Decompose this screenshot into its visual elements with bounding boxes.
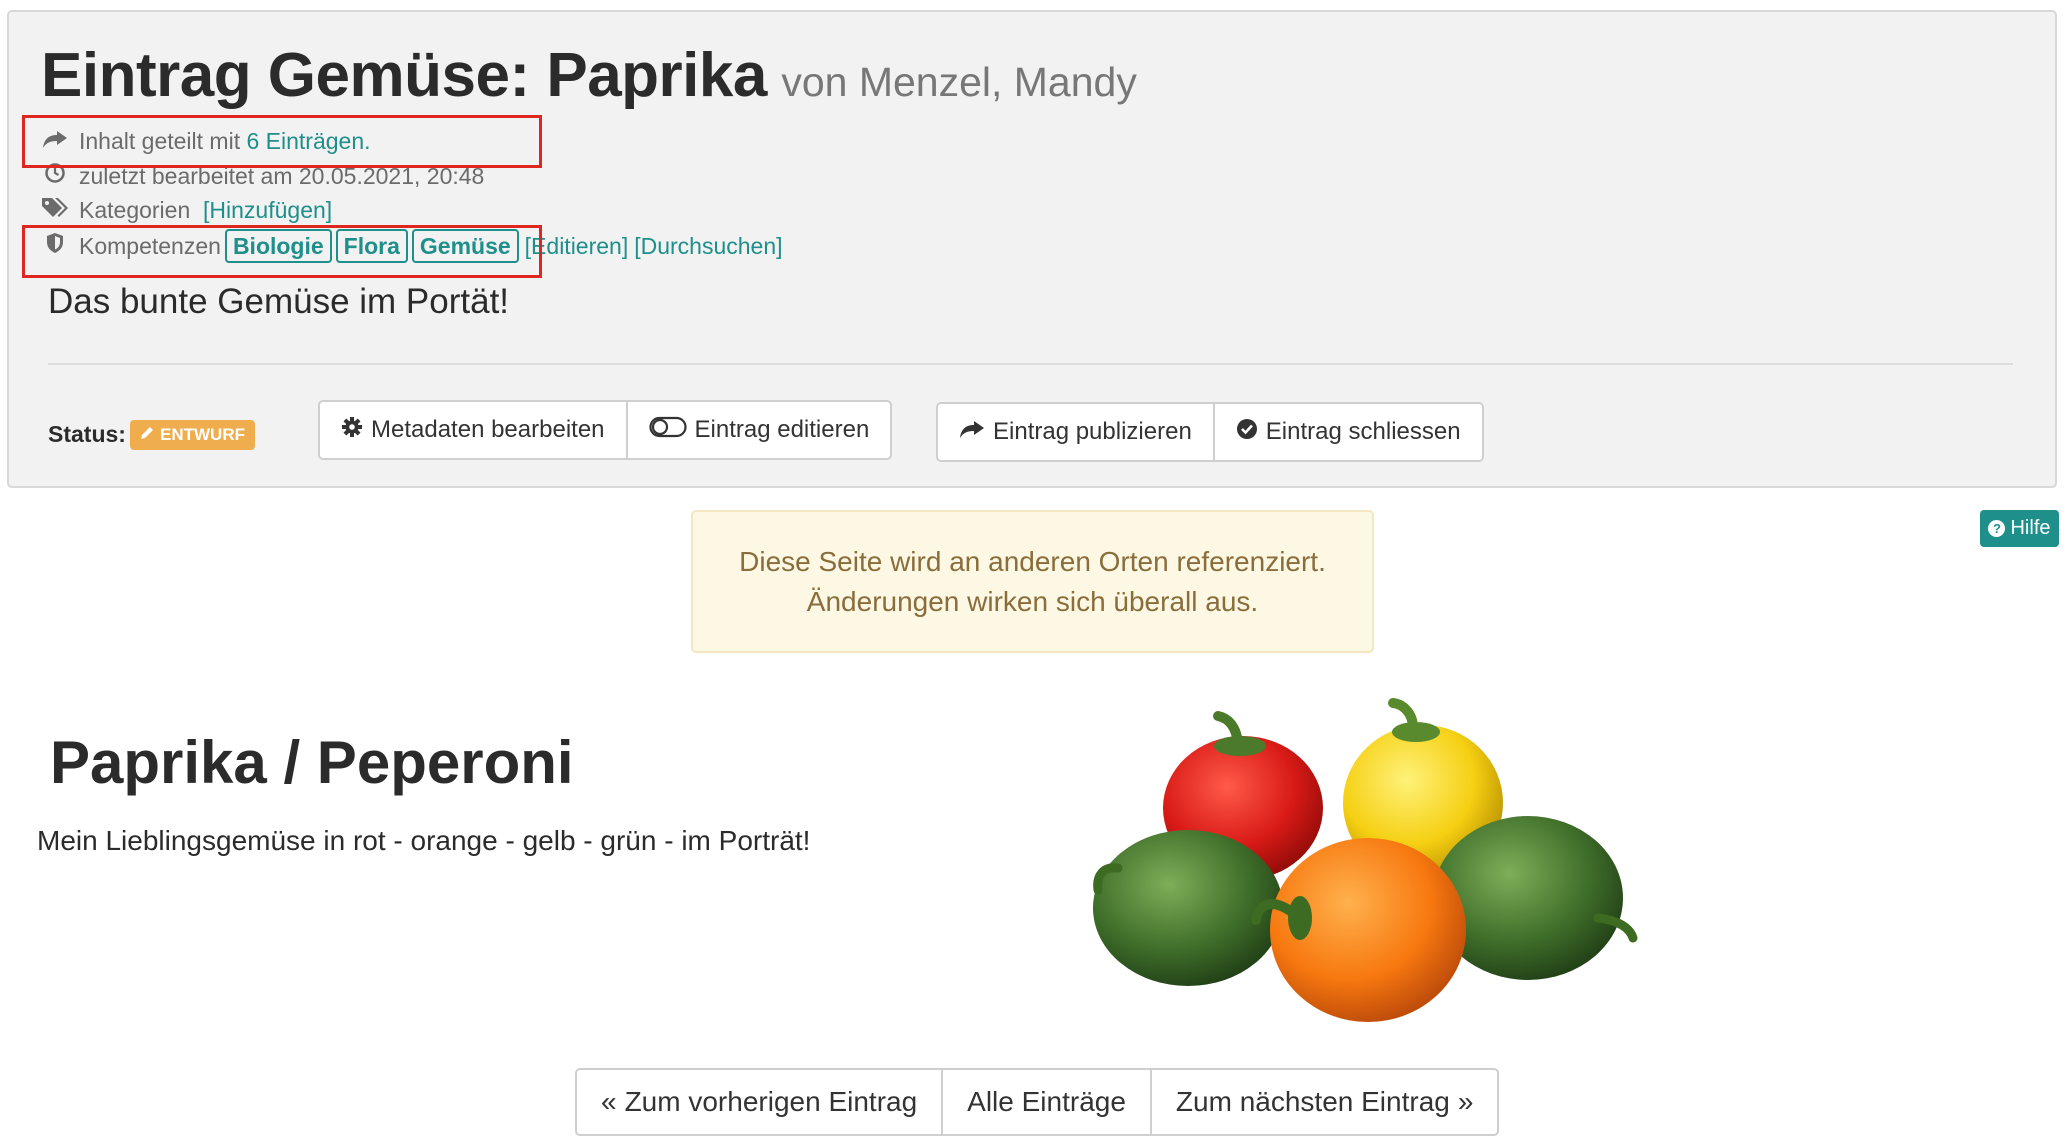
edit-entry-label: Eintrag editieren	[694, 416, 870, 443]
double-chevron-left-icon: «	[601, 1086, 617, 1117]
gear-icon	[341, 416, 363, 445]
highlight-competencies	[22, 225, 542, 278]
previous-entry-label: Zum vorherigen Eintrag	[624, 1086, 918, 1117]
edit-button-group: Metadaten bearbeiten Eintrag editieren	[318, 400, 893, 460]
pencil-icon	[140, 425, 154, 445]
entry-description: Das bunte Gemüse im Portät!	[48, 282, 510, 321]
content-title: Paprika / Peperoni	[50, 729, 574, 796]
green-pepper-left	[1093, 830, 1283, 986]
page-title: Eintrag Gemüse: Paprika von Menzel, Mand…	[41, 40, 1137, 111]
check-circle-icon	[1236, 418, 1258, 447]
tags-icon	[41, 196, 69, 224]
categories-row: Kategorien [Hinzufügen]	[41, 196, 332, 224]
status-badge: ENTWURF	[130, 420, 255, 450]
add-category-link[interactable]: [Hinzufügen]	[203, 197, 332, 224]
entry-author: von Menzel, Mandy	[781, 59, 1137, 105]
publish-button-group: Eintrag publizieren Eintrag schliessen	[936, 402, 1484, 462]
toggle-icon	[648, 416, 687, 445]
entry-title: Eintrag Gemüse: Paprika	[41, 41, 767, 110]
publish-entry-button[interactable]: Eintrag publizieren	[936, 402, 1215, 462]
next-entry-label: Zum nächsten Eintrag	[1175, 1086, 1450, 1117]
close-entry-button[interactable]: Eintrag schliessen	[1214, 402, 1484, 462]
highlight-shared-info	[22, 115, 542, 168]
help-label: Hilfe	[2010, 517, 2051, 539]
all-entries-button[interactable]: Alle Einträge	[943, 1068, 1152, 1136]
help-button[interactable]: ? Hilfe	[1980, 510, 2059, 547]
status-label: Status:	[48, 421, 126, 447]
all-entries-label: Alle Einträge	[967, 1086, 1126, 1117]
entry-pager: « Zum vorherigen Eintrag Alle Einträge Z…	[575, 1068, 1500, 1136]
previous-entry-button[interactable]: « Zum vorherigen Eintrag	[575, 1068, 944, 1136]
peppers-image	[1093, 698, 1638, 1022]
close-entry-label: Eintrag schliessen	[1265, 418, 1461, 445]
next-entry-button[interactable]: Zum nächsten Eintrag »	[1151, 1068, 1500, 1136]
browse-competencies-link[interactable]: [Durchsuchen]	[634, 233, 782, 260]
header-divider	[48, 363, 2013, 365]
question-icon: ?	[1988, 520, 2006, 537]
edit-metadata-label: Metadaten bearbeiten	[371, 416, 605, 443]
publish-entry-label: Eintrag publizieren	[993, 418, 1192, 445]
edit-entry-button[interactable]: Eintrag editieren	[627, 400, 893, 460]
double-chevron-right-icon: »	[1457, 1086, 1474, 1117]
edit-metadata-button[interactable]: Metadaten bearbeiten	[318, 400, 628, 460]
warning-line-2: Änderungen wirken sich überall aus.	[806, 585, 1259, 617]
reference-warning: Diese Seite wird an anderen Orten refere…	[691, 510, 1374, 653]
share-icon	[959, 418, 985, 446]
green-pepper-right	[1433, 816, 1638, 980]
content-text: Mein Lieblingsgemüse in rot - orange - g…	[37, 825, 811, 856]
status-badge-text: ENTWURF	[160, 425, 245, 444]
categories-label: Kategorien	[79, 196, 191, 223]
warning-line-1: Diese Seite wird an anderen Orten refere…	[739, 545, 1326, 577]
